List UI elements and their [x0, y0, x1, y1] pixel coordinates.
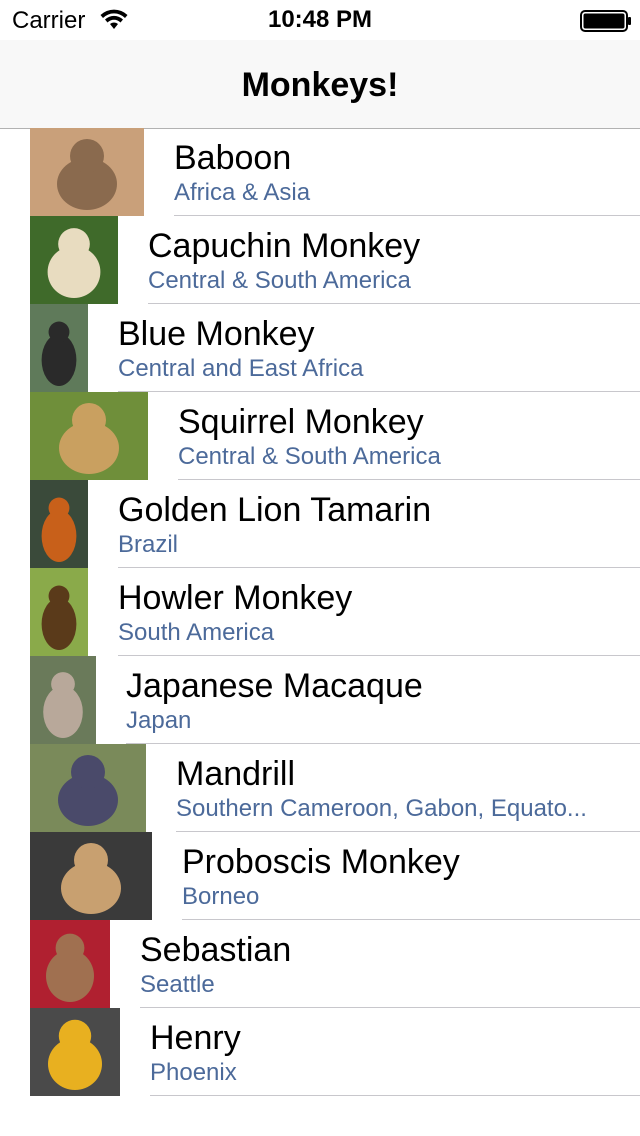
monkey-name: Mandrill: [176, 755, 296, 793]
cell-text: Howler Monkey South America: [118, 568, 640, 656]
monkey-location: Central and East Africa: [118, 355, 364, 382]
monkey-location: Central & South America: [148, 267, 411, 294]
monkey-photo: [30, 656, 96, 744]
monkey-location: Southern Cameroon, Gabon, Equato...: [176, 795, 587, 822]
monkey-location: Central & South America: [178, 443, 441, 470]
monkey-photo: [30, 216, 118, 304]
photo-subject-head: [72, 403, 106, 437]
list-item[interactable]: Henry Phoenix: [0, 1008, 640, 1096]
monkey-photo: [30, 392, 148, 480]
monkey-thumbnail: [30, 128, 144, 216]
status-bar: Carrier 10:48 PM: [0, 0, 640, 40]
cell-text: Capuchin Monkey Central & South America: [148, 216, 640, 304]
monkey-photo: [30, 568, 88, 656]
list-item[interactable]: Golden Lion Tamarin Brazil: [0, 480, 640, 568]
cell-text: Japanese Macaque Japan: [126, 656, 640, 744]
photo-subject-head: [48, 321, 70, 343]
monkey-location: South America: [118, 619, 275, 646]
monkey-photo: [30, 832, 152, 920]
monkey-photo: [30, 920, 110, 1008]
photo-subject-head: [48, 497, 70, 519]
list-item[interactable]: Japanese Macaque Japan: [0, 656, 640, 744]
photo-subject-head: [74, 843, 108, 877]
photo-subject-head: [55, 933, 85, 963]
cell-text: Henry Phoenix: [150, 1008, 640, 1096]
list-item[interactable]: Baboon Africa & Asia: [0, 128, 640, 216]
photo-subject-head: [48, 585, 70, 607]
photo-subject-head: [71, 755, 105, 789]
battery-icon: [580, 10, 631, 32]
monkey-thumbnail: [30, 304, 88, 392]
monkey-thumbnail: [30, 216, 118, 304]
list-item[interactable]: Squirrel Monkey Central & South America: [0, 392, 640, 480]
list-item[interactable]: Proboscis Monkey Borneo: [0, 832, 640, 920]
monkey-thumbnail: [30, 920, 110, 1008]
cell-text: Squirrel Monkey Central & South America: [178, 392, 640, 480]
monkey-name: Howler Monkey: [118, 579, 353, 617]
monkey-list[interactable]: Baboon Africa & Asia Capuchin Monkey Centra…: [0, 128, 640, 1096]
status-time: 10:48 PM: [267, 6, 373, 33]
monkey-thumbnail: [30, 1008, 120, 1096]
monkey-photo: [30, 744, 146, 832]
monkey-thumbnail: [30, 832, 152, 920]
navigation-bar: Monkeys!: [0, 40, 640, 129]
photo-subject-head: [58, 1019, 92, 1053]
page-title: Monkeys!: [241, 66, 399, 104]
monkey-name: Japanese Macaque: [126, 667, 423, 705]
monkey-thumbnail: [30, 480, 88, 568]
monkey-location: Africa & Asia: [174, 179, 311, 206]
monkey-photo: [30, 304, 88, 392]
monkey-location: Japan: [126, 707, 192, 734]
monkey-name: Blue Monkey: [118, 315, 315, 353]
photo-subject-head: [51, 672, 75, 696]
monkey-photo: [30, 128, 144, 216]
monkey-name: Squirrel Monkey: [178, 403, 424, 441]
monkey-name: Baboon: [174, 139, 292, 177]
list-item[interactable]: Howler Monkey South America: [0, 568, 640, 656]
list-item[interactable]: Mandrill Southern Cameroon, Gabon, Equato…: [0, 744, 640, 832]
cell-text: Sebastian Seattle: [140, 920, 640, 1008]
monkey-photo: [30, 1008, 120, 1096]
monkey-photo: [30, 480, 88, 568]
monkey-thumbnail: [30, 392, 148, 480]
monkey-name: Sebastian: [140, 931, 292, 969]
monkey-name: Henry: [150, 1019, 241, 1057]
monkey-thumbnail: [30, 656, 96, 744]
cell-text: Proboscis Monkey Borneo: [182, 832, 640, 920]
monkey-location: Phoenix: [150, 1059, 237, 1086]
monkey-name: Capuchin Monkey: [148, 227, 421, 265]
list-item[interactable]: Capuchin Monkey Central & South America: [0, 216, 640, 304]
monkey-location: Seattle: [140, 971, 215, 998]
list-item[interactable]: Sebastian Seattle: [0, 920, 640, 1008]
cell-text: Golden Lion Tamarin Brazil: [118, 480, 640, 568]
monkey-name: Golden Lion Tamarin: [118, 491, 432, 529]
monkey-location: Brazil: [118, 531, 179, 558]
monkey-location: Borneo: [182, 883, 260, 910]
cell-text: Blue Monkey Central and East Africa: [118, 304, 640, 392]
monkey-thumbnail: [30, 568, 88, 656]
list-item[interactable]: Blue Monkey Central and East Africa: [0, 304, 640, 392]
cell-text: Baboon Africa & Asia: [174, 128, 640, 216]
cell-text: Mandrill Southern Cameroon, Gabon, Equato…: [176, 744, 640, 832]
monkey-name: Proboscis Monkey: [182, 843, 460, 881]
photo-subject-head: [70, 139, 104, 173]
monkey-thumbnail: [30, 744, 146, 832]
photo-subject-head: [58, 228, 90, 260]
